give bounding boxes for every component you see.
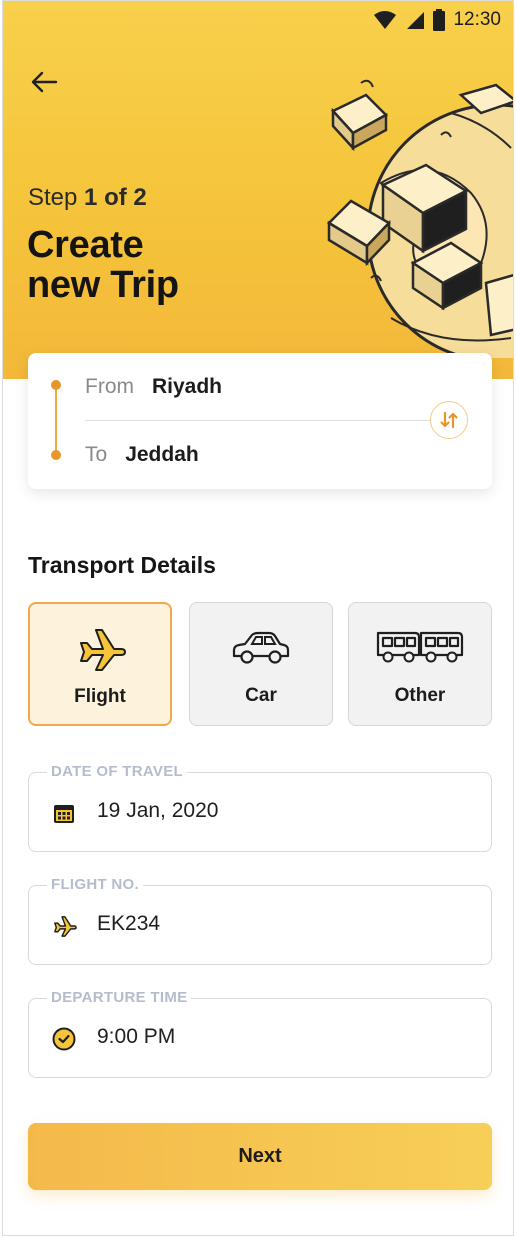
header-banner: 12:30 Step 1 of 2 Create new Trip <box>3 1 513 379</box>
car-icon <box>232 631 290 664</box>
back-button[interactable] <box>29 67 59 97</box>
status-bar: 12:30 <box>373 7 501 33</box>
step-value: 1 of 2 <box>84 184 147 211</box>
departure-time-field[interactable]: DEPARTURE TIME 9:00 PM <box>28 989 492 1078</box>
route-divider <box>85 420 430 421</box>
airplane-icon <box>80 629 126 671</box>
arrow-left-icon <box>31 71 58 93</box>
departure-time-value: 9:00 PM <box>97 1025 176 1048</box>
destination-dot <box>51 450 61 460</box>
clock-icon <box>51 1026 77 1052</box>
mode-label-car: Car <box>245 685 277 706</box>
status-time: 12:30 <box>453 9 501 30</box>
mode-option-other[interactable]: Other <box>348 602 492 726</box>
departure-time-label: DEPARTURE TIME <box>47 989 192 1006</box>
step-indicator: Step 1 of 2 <box>28 184 147 212</box>
to-label: To <box>85 443 108 466</box>
date-field-value: 19 Jan, 2020 <box>97 799 219 822</box>
mode-label-flight: Flight <box>74 686 126 707</box>
route-connector <box>55 383 57 456</box>
swap-vertical-icon <box>440 411 458 429</box>
date-of-travel-field[interactable]: DATE OF TRAVEL 19 Jan, 2020 <box>28 763 492 852</box>
wifi-icon <box>374 11 397 29</box>
to-field[interactable]: To Jeddah <box>85 443 199 467</box>
transport-mode-selector: Flight Car Other <box>28 602 492 726</box>
calendar-icon <box>51 800 77 826</box>
bus-icon <box>376 631 464 663</box>
flight-number-value: EK234 <box>97 912 161 935</box>
battery-icon <box>433 9 446 31</box>
globe-parcels-illustration <box>326 79 513 358</box>
signal-icon <box>407 12 425 29</box>
from-label: From <box>85 375 134 398</box>
next-button[interactable]: Next <box>28 1123 492 1190</box>
origin-dot <box>51 380 61 390</box>
mode-option-flight[interactable]: Flight <box>28 602 172 726</box>
mode-option-car[interactable]: Car <box>189 602 333 726</box>
mode-label-other: Other <box>394 685 446 706</box>
transport-section-title: Transport Details <box>28 552 216 578</box>
step-prefix: Step <box>28 184 78 211</box>
date-field-label: DATE OF TRAVEL <box>47 763 187 780</box>
route-card: From Riyadh To Jeddah <box>28 353 492 489</box>
to-value: Jeddah <box>125 443 199 466</box>
flight-number-field[interactable]: FLIGHT NO. EK234 <box>28 876 492 965</box>
app-screen: 12:30 Step 1 of 2 Create new Trip From R… <box>2 0 514 1236</box>
title-line-1: Create <box>27 224 144 266</box>
from-value: Riyadh <box>152 375 223 398</box>
from-field[interactable]: From Riyadh <box>85 375 222 399</box>
airplane-icon <box>51 913 77 939</box>
swap-route-button[interactable] <box>430 401 468 439</box>
title-line-2: new Trip <box>27 264 179 306</box>
flight-number-label: FLIGHT NO. <box>47 876 143 893</box>
page-title: Create new Trip <box>27 225 179 305</box>
